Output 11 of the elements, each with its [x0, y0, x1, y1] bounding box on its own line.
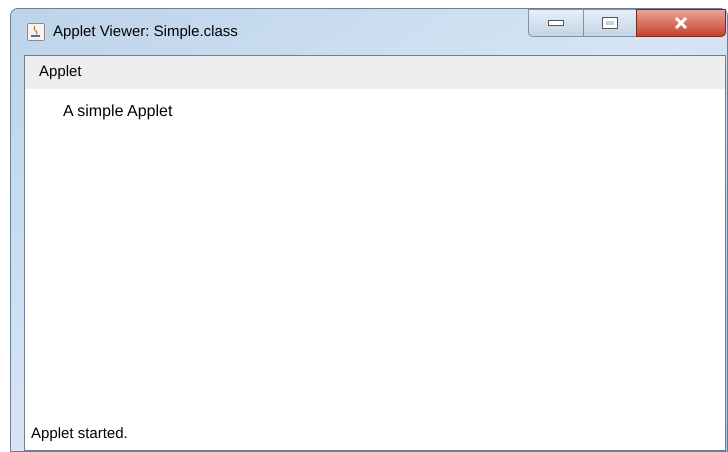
close-icon: [674, 17, 688, 29]
minimize-button[interactable]: [528, 9, 584, 37]
maximize-button[interactable]: [584, 9, 636, 37]
applet-text: A simple Applet: [63, 103, 172, 120]
window-title: Applet Viewer: Simple.class: [53, 22, 238, 42]
maximize-icon: [602, 17, 618, 29]
coffee-cup-icon: [27, 23, 45, 42]
menu-item[interactable]: Applet: [39, 61, 82, 84]
close-button[interactable]: [636, 9, 726, 37]
minimize-icon: [548, 20, 564, 26]
status-text: Applet started.: [31, 425, 128, 442]
